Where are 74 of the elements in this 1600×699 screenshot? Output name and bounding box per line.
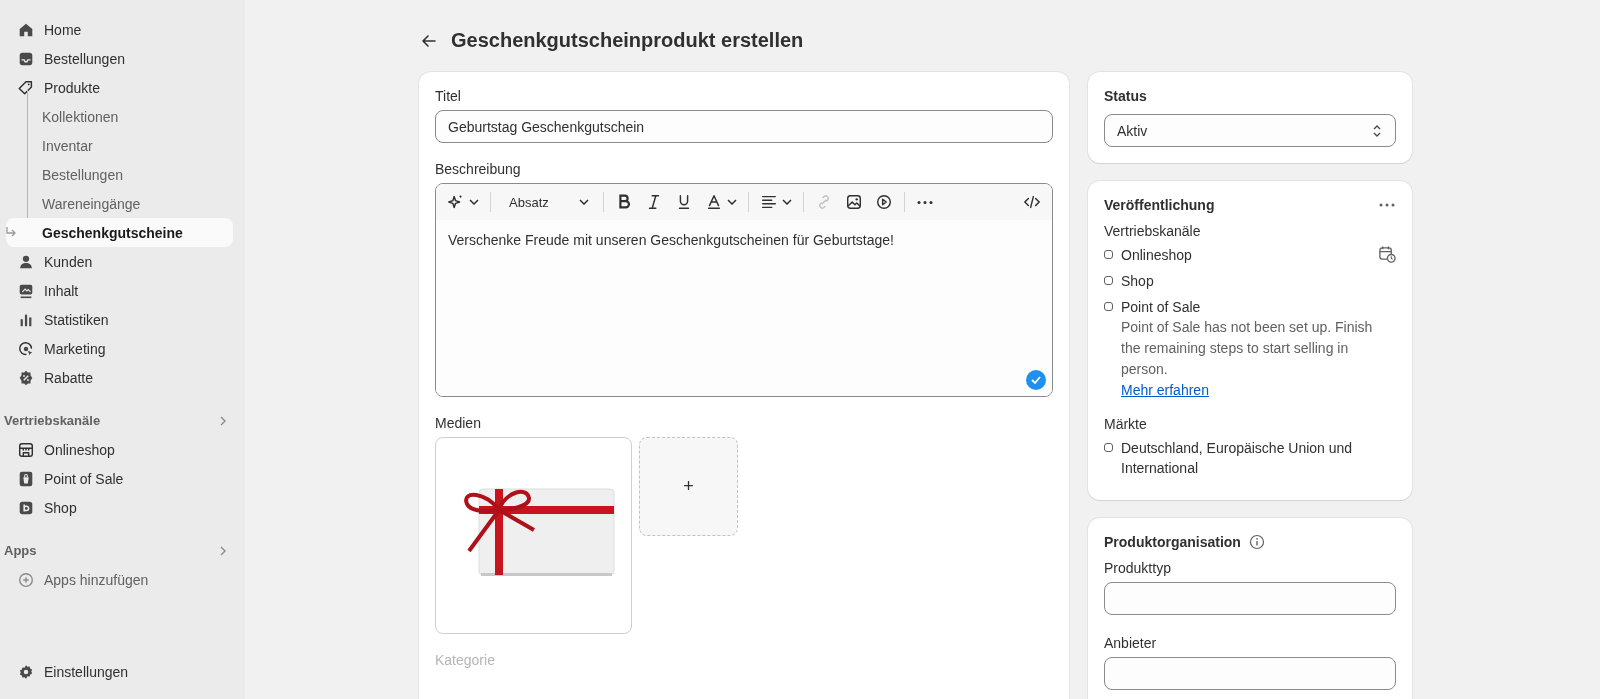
checkbox[interactable] [1104,443,1113,452]
add-apps-link[interactable]: Apps hinzufügen [7,565,233,594]
channel-item[interactable]: Shop [7,493,233,522]
more-icon [916,199,934,205]
chevron-down-icon [469,199,479,205]
section-heading: Apps [4,543,37,558]
section-label: Märkte [1104,416,1148,432]
channel-item[interactable]: Point of Sale [7,464,233,493]
nav-item[interactable]: Kunden [7,247,233,276]
page-title: Geschenkgutscheinprodukt erstellen [451,29,804,52]
checkmark-icon [1026,370,1046,390]
field-label: Produkttyp [1104,560,1172,576]
chevron-down-icon [782,199,792,205]
play-circle-icon [875,193,893,211]
select-arrows-icon [1371,123,1383,138]
nav-subitem[interactable]: Bestellungen [6,160,233,189]
chevron-down-icon [579,199,589,205]
field-label: Titel [435,88,462,104]
add-media-button[interactable]: + [639,437,738,536]
description-text: Verschenke Freude mit unseren Geschenkgutscheinen für Geburtstage! [448,232,895,248]
checkbox[interactable] [1104,276,1113,285]
checkbox[interactable] [1104,250,1113,259]
checkbox[interactable] [1104,302,1113,311]
sparkle-icon [447,193,465,211]
nav-item[interactable]: Home [7,15,233,44]
title-field[interactable]: Geburtstag Geschenkgutschein [435,110,1053,143]
nav-item[interactable]: Inhalt [7,276,233,305]
discount-badge-icon [17,368,35,387]
chevron-down-icon [727,199,737,205]
text-field[interactable] [1104,582,1396,615]
section-label: Vertriebskanäle [1104,223,1202,239]
nav-item[interactable]: Bestellungen [7,44,233,73]
shopping-bag-icon [17,469,35,488]
field-label: Beschreibung [435,161,522,177]
hook-arrow-icon [6,227,17,237]
store-icon [17,440,35,459]
text-field[interactable] [1104,657,1396,690]
info-icon [1248,534,1265,550]
card-title: Veröffentlichung [1104,197,1215,213]
code-icon [1023,193,1041,211]
tag-icon [17,78,35,97]
channel-name: Onlineshop [1121,246,1193,265]
learn-more-link[interactable]: Mehr erfahren [1121,380,1209,400]
media-tile[interactable] [435,437,632,634]
nav-subitem[interactable]: Kollektionen [6,102,233,131]
nav-item[interactable]: Produkte [7,73,233,102]
channel-name: Point of Sale [1121,298,1202,317]
format-dropdown[interactable]: Absatz [497,188,597,216]
nav-subitem[interactable]: Wareneingänge [6,189,233,218]
plus-circle-icon [17,570,35,589]
field-label: Anbieter [1104,635,1158,651]
nav-subitem[interactable]: Inventar [6,131,233,160]
channel-name: Deutschland, Europäische Union und International [1121,439,1354,478]
align-left-icon [760,193,778,211]
section-heading: Vertriebskanäle [4,413,101,428]
channel-item[interactable]: Onlineshop [7,435,233,464]
field-label: Kategorie [435,652,495,668]
nav-item[interactable]: Marketing [7,334,233,363]
rich-text-editor[interactable]: Absatz Verschenke Freude mit unseren Geschenkgutscheinen für Geburtstage! [435,183,1053,397]
status-select[interactable]: Aktiv [1104,114,1396,147]
card-title: Produktorganisation [1104,534,1241,550]
settings-item[interactable]: Einstellungen [7,657,233,686]
field-label: Medien [435,415,482,431]
image-icon [845,193,863,211]
card-title: Status [1104,88,1148,104]
chevron-right-icon [219,545,227,556]
target-icon [17,339,35,358]
setup-note: Point of Sale has not been set up. Finish the remaining steps to start selling in person. [1121,318,1374,379]
nav-item[interactable]: Rabatte [7,363,233,392]
nav-subitem[interactable]: Geschenkgutscheine [6,218,233,247]
text-color-icon [705,193,723,211]
channel-name: Shop [1121,272,1155,291]
chevron-right-icon [219,415,227,426]
nav-item[interactable]: Statistiken [7,305,233,334]
